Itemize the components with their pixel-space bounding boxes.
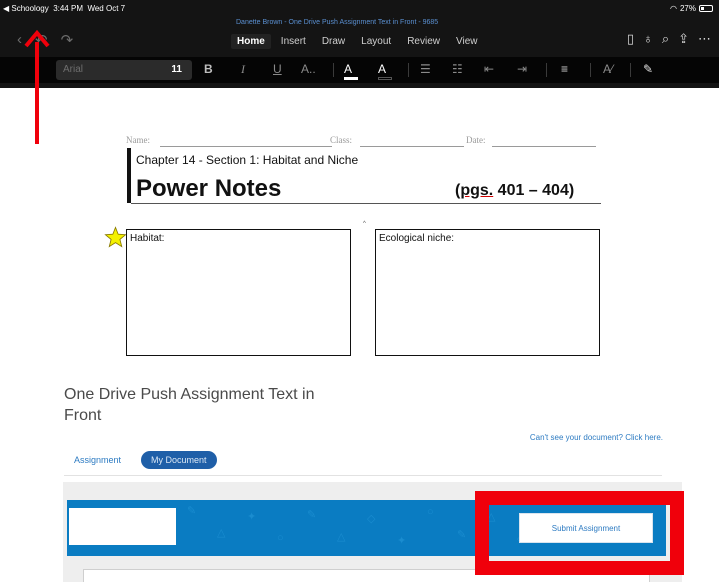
back-chevron-icon[interactable]: ‹	[17, 31, 22, 49]
ecological-niche-box[interactable]: Ecological niche:	[375, 229, 600, 356]
assignment-title: One Drive Push Assignment Text in Front	[64, 386, 315, 424]
search-icon[interactable]: ⌕	[662, 31, 669, 47]
ribbon-divider	[333, 63, 334, 77]
tab-insert[interactable]: Insert	[275, 34, 312, 49]
cursor-mark: ^	[363, 221, 366, 227]
annotation-highlight-box	[475, 491, 684, 575]
font-color-swatch	[378, 77, 392, 80]
formatting-ribbon: Arial 11 B I U A.. A A ☰ ☷ ⇤ ⇥ ≡ A⁄ ✎	[0, 57, 719, 83]
annotation-arrow-icon	[24, 29, 50, 144]
more-icon[interactable]: ⋯	[698, 31, 711, 47]
phone-view-icon[interactable]: ▯	[627, 31, 634, 47]
pattern-icon: ✦	[247, 511, 257, 523]
habitat-label: Habitat:	[130, 233, 165, 244]
ribbon-tabs: Home Insert Draw Layout Review View	[231, 34, 483, 49]
share-icon[interactable]: ⇪	[678, 31, 689, 47]
tab-view[interactable]: View	[450, 34, 484, 49]
pattern-icon: ✎	[187, 505, 197, 517]
tab-layout[interactable]: Layout	[355, 34, 397, 49]
tab-my-document[interactable]: My Document	[141, 451, 217, 469]
tab-assignment[interactable]: Assignment	[64, 451, 131, 469]
bullets-icon[interactable]: ☰	[420, 62, 431, 76]
heading-rule	[131, 203, 601, 204]
pattern-icon: ○	[427, 506, 434, 518]
redo-icon[interactable]: ↷	[61, 31, 74, 49]
ribbon-divider	[630, 63, 631, 77]
highlight-color-swatch	[344, 77, 358, 80]
ecological-niche-label: Ecological niche:	[379, 233, 455, 244]
pattern-icon: ○	[277, 532, 284, 544]
font-name: Arial	[63, 64, 84, 75]
header-actions: ▯ ♁ ⌕ ⇪ ⋯	[627, 31, 711, 47]
font-selector[interactable]: Arial 11	[56, 60, 192, 80]
cant-see-document-link[interactable]: Can't see your document? Click here.	[530, 433, 663, 442]
bold-button[interactable]: B	[204, 62, 213, 76]
clear-formatting-icon[interactable]: A⁄	[603, 62, 613, 76]
tab-home[interactable]: Home	[231, 34, 271, 49]
assignment-view-tabs: Assignment My Document	[64, 451, 217, 469]
date-line	[492, 146, 596, 147]
redacted-area	[69, 508, 176, 545]
italic-button[interactable]: I	[241, 62, 245, 77]
pattern-icon: ✎	[457, 529, 467, 541]
underline-button[interactable]: U	[273, 62, 282, 76]
battery-icon	[699, 5, 713, 12]
class-line	[360, 146, 464, 147]
styles-icon[interactable]: ≡	[561, 62, 568, 76]
name-label: Name:	[126, 135, 150, 145]
chapter-subtitle: Chapter 14 - Section 1: Habitat and Nich…	[136, 153, 359, 167]
tab-review[interactable]: Review	[401, 34, 446, 49]
class-label: Class:	[330, 135, 353, 145]
font-size[interactable]: 11	[171, 64, 182, 75]
word-app-header: ◀ Schoology 3:44 PM Wed Oct 7 ◠ 27% Dane…	[0, 0, 719, 88]
habitat-box[interactable]: Habitat:	[126, 229, 351, 356]
page-range: (pgs. 401 – 404)	[455, 182, 575, 199]
date-label: Date:	[466, 135, 486, 145]
pattern-icon: ◇	[367, 513, 376, 525]
document-heading: Power Notes	[136, 175, 282, 202]
ribbon-divider	[546, 63, 547, 77]
pattern-icon: ✦	[397, 535, 407, 547]
star-icon	[104, 226, 127, 248]
pattern-icon: △	[217, 527, 226, 539]
ribbon-divider	[408, 63, 409, 77]
lightbulb-icon[interactable]: ♁	[643, 31, 653, 47]
decrease-indent-icon[interactable]: ⇤	[484, 62, 494, 76]
tabs-divider	[64, 475, 662, 476]
tab-draw[interactable]: Draw	[316, 34, 351, 49]
document-title: Danette Brown - One Drive Push Assignmen…	[236, 19, 439, 26]
name-line	[160, 146, 332, 147]
wifi-icon: ◠	[670, 4, 677, 13]
numbering-icon[interactable]: ☷	[452, 62, 463, 76]
format-painter-icon[interactable]: ✎	[643, 62, 653, 76]
pattern-icon: ✎	[307, 509, 317, 521]
ribbon-divider	[590, 63, 591, 77]
text-effects-button[interactable]: A..	[301, 62, 316, 76]
font-color-button[interactable]: A	[378, 62, 392, 80]
ios-status-bar: ◀ Schoology 3:44 PM Wed Oct 7 ◠ 27%	[0, 0, 719, 17]
heading-accent-bar	[127, 148, 131, 203]
increase-indent-icon[interactable]: ⇥	[517, 62, 527, 76]
back-to-schoology-link[interactable]: ◀ Schoology 3:44 PM Wed Oct 7	[3, 4, 125, 13]
pattern-icon: △	[337, 531, 346, 543]
highlight-color-button[interactable]: A	[344, 62, 358, 80]
battery-indicator: ◠ 27%	[670, 4, 713, 13]
